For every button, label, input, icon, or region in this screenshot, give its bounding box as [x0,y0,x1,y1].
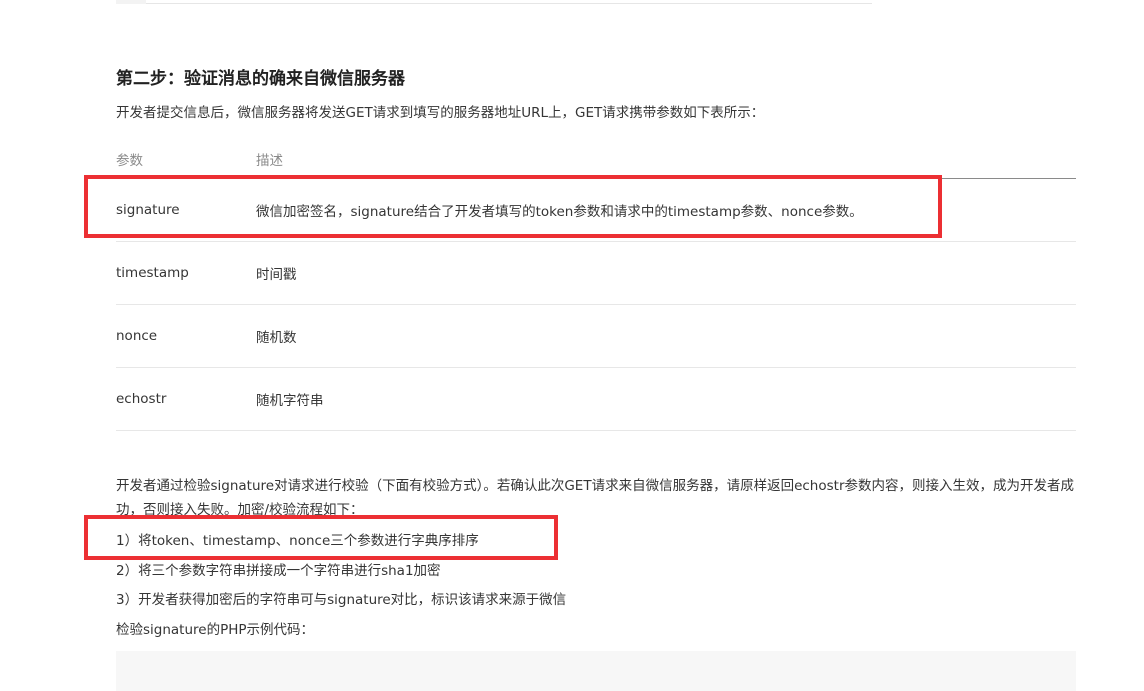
step-2: 2）将三个参数字符串拼接成一个字符串进行sha1加密 [116,563,441,579]
code-block [116,651,1076,691]
step-1: 1）将token、timestamp、nonce三个参数进行字典序排序 [116,533,479,549]
step-3: 3）开发者获得加密后的字符串可与signature对比，标识该请求来源于微信 [116,592,567,608]
param-name: nonce [116,304,256,368]
parameter-table: 参数 描述 signature 微信加密签名，signature结合了开发者填写… [116,140,1076,431]
table-header-param: 参数 [116,140,256,179]
table-row: timestamp 时间戳 [116,241,1076,305]
table-row: nonce 随机数 [116,304,1076,368]
param-name: signature [116,178,256,242]
param-desc: 随机字符串 [256,367,1076,431]
param-name: timestamp [116,241,256,305]
table-row: echostr 随机字符串 [116,367,1076,431]
table-header-row: 参数 描述 [116,140,1076,179]
previous-section-bar [116,0,146,4]
verification-paragraph: 开发者通过检验signature对请求进行校验（下面有校验方式）。若确认此次GE… [116,478,1074,518]
previous-section-fragment [116,0,872,4]
param-desc: 微信加密签名，signature结合了开发者填写的token参数和请求中的tim… [256,178,1076,242]
param-desc: 随机数 [256,304,1076,368]
table-row: signature 微信加密签名，signature结合了开发者填写的token… [116,178,1076,242]
section-title: 第二步：验证消息的确来自微信服务器 [116,69,405,89]
code-caption: 检验signature的PHP示例代码： [116,622,315,638]
param-name: echostr [116,367,256,431]
intro-text: 开发者提交信息后，微信服务器将发送GET请求到填写的服务器地址URL上，GET请… [116,105,765,121]
table-header-desc: 描述 [256,140,1076,179]
param-desc: 时间戳 [256,241,1076,305]
